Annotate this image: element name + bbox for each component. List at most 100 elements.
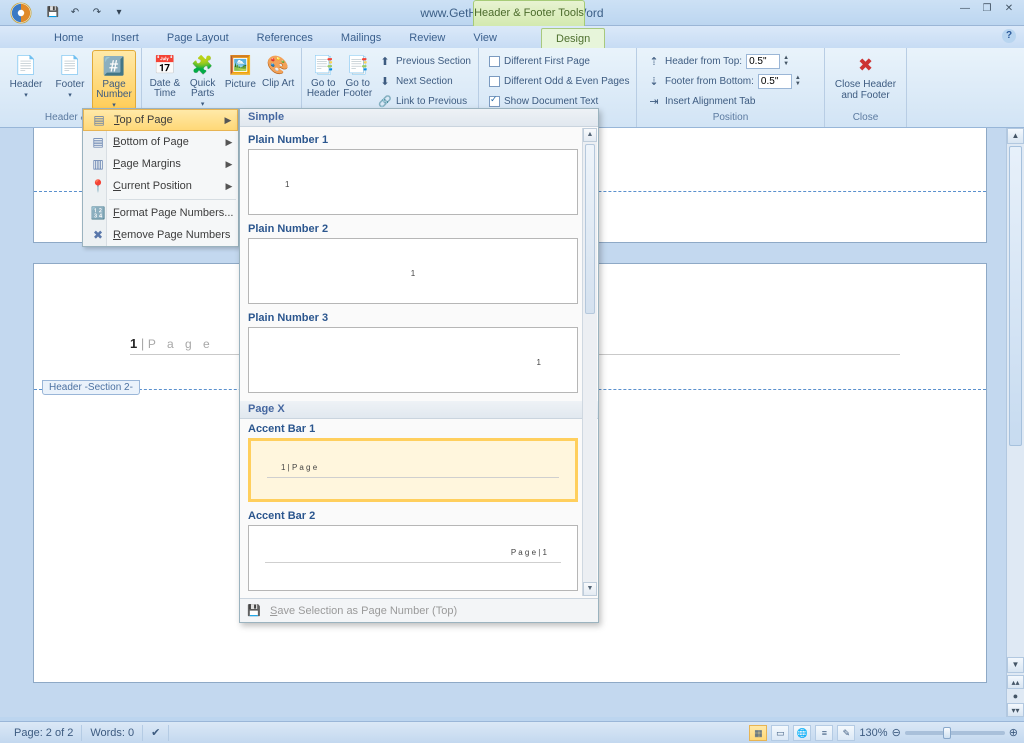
view-full-screen[interactable]: ▭ — [771, 725, 789, 741]
footer-from-bottom-input[interactable]: ▲▼ — [758, 74, 807, 89]
close-header-footer-button[interactable]: ✖Close Header and Footer — [831, 50, 901, 101]
zoom-slider-knob[interactable] — [943, 727, 951, 739]
view-web-layout[interactable]: 🌐 — [793, 725, 811, 741]
gallery-item-plain-2-label: Plain Number 2 — [248, 223, 578, 235]
title-bar: 💾 ↶ ↷ ▾ www.GetHow.org - Microsoft Word … — [0, 0, 1024, 26]
page-number-icon: #️⃣ — [101, 53, 127, 79]
header-section-tag: Header -Section 2- — [42, 380, 140, 395]
date-time-button[interactable]: 📅Date & Time — [146, 50, 184, 99]
previous-section-button[interactable]: ⬆Previous Section — [375, 52, 474, 70]
footer-button[interactable]: 📄Footer▾ — [48, 50, 92, 99]
page-margins-icon: ▥ — [87, 153, 109, 175]
zoom-slider[interactable] — [905, 731, 1005, 735]
different-odd-even-checkbox[interactable]: Different Odd & Even Pages — [486, 72, 632, 90]
browse-next-button[interactable]: ▾▾ — [1007, 703, 1024, 717]
footer-icon: 📄 — [57, 52, 83, 78]
view-draft[interactable]: ✎ — [837, 725, 855, 741]
format-icon: 🔢 — [87, 202, 109, 224]
vertical-scrollbar[interactable]: ▲ ▴▴ ● ▾▾ ▼ — [1006, 128, 1024, 717]
gallery-item-accent-bar-1-label: Accent Bar 1 — [248, 423, 578, 435]
page-number-button[interactable]: #️⃣Page Number▾ — [92, 50, 136, 110]
zoom-in-button[interactable]: ⊕ — [1009, 726, 1018, 739]
menu-top-of-page[interactable]: ▤Top of Page▶ — [83, 109, 238, 131]
picture-button[interactable]: 🖼️Picture — [222, 50, 260, 90]
goto-header-icon: 📑 — [310, 52, 336, 78]
view-outline[interactable]: ≡ — [815, 725, 833, 741]
goto-footer-button[interactable]: 📑Go to Footer — [340, 50, 374, 99]
browse-prev-button[interactable]: ▴▴ — [1007, 675, 1024, 689]
minimize-button[interactable]: — — [956, 3, 974, 17]
redo-icon[interactable]: ↷ — [88, 4, 106, 22]
scroll-down-button[interactable]: ▼ — [1007, 657, 1024, 673]
status-proofing-icon[interactable]: ✔ — [143, 725, 169, 741]
scroll-up-button[interactable]: ▲ — [1007, 128, 1024, 144]
scroll-thumb[interactable] — [1009, 146, 1022, 446]
menu-bottom-of-page[interactable]: ▤Bottom of Page▶ — [83, 131, 238, 153]
header-icon: 📄 — [13, 52, 39, 78]
tab-references[interactable]: References — [243, 28, 327, 48]
gallery-scroll-down[interactable]: ▼ — [583, 582, 597, 596]
tab-review[interactable]: Review — [395, 28, 459, 48]
remove-icon: ✖ — [87, 224, 109, 246]
quick-access-toolbar: 💾 ↶ ↷ ▾ — [44, 4, 128, 22]
gallery-item-plain-3[interactable]: 1 — [248, 327, 578, 393]
status-bar: Page: 2 of 2 Words: 0 ✔ ▦ ▭ 🌐 ≡ ✎ 130% ⊖… — [0, 721, 1024, 743]
browse-object-button[interactable]: ● — [1007, 689, 1024, 703]
view-print-layout[interactable]: ▦ — [749, 725, 767, 741]
menu-remove-page-numbers[interactable]: ✖Remove Page Numbers — [83, 224, 238, 246]
gallery-scrollbar[interactable]: ▲ ▼ — [582, 128, 597, 596]
gallery-item-accent-bar-1[interactable]: 1 | P a g e — [248, 438, 578, 502]
clip-art-icon: 🎨 — [265, 52, 291, 78]
zoom-level[interactable]: 130% — [859, 727, 887, 739]
status-words[interactable]: Words: 0 — [82, 725, 143, 741]
tab-home[interactable]: Home — [40, 28, 97, 48]
clip-art-button[interactable]: 🎨Clip Art — [259, 50, 297, 89]
top-of-page-icon: ▤ — [88, 109, 110, 131]
close-window-button[interactable]: ✕ — [1000, 3, 1018, 17]
ribbon-tabs: Home Insert Page Layout References Maili… — [0, 26, 1024, 48]
quick-parts-button[interactable]: 🧩Quick Parts▾ — [184, 50, 222, 108]
header-from-top-input[interactable]: ▲▼ — [746, 54, 795, 69]
gallery-item-plain-3-label: Plain Number 3 — [248, 312, 578, 324]
tab-view[interactable]: View — [459, 28, 511, 48]
next-section-icon: ⬇ — [378, 74, 392, 88]
tab-insert[interactable]: Insert — [97, 28, 153, 48]
save-selection-icon: 💾 — [246, 603, 262, 619]
bottom-of-page-icon: ▤ — [87, 131, 109, 153]
quick-parts-icon: 🧩 — [190, 52, 216, 78]
tab-design[interactable]: Design — [541, 28, 605, 48]
alignment-tab-icon: ⇥ — [647, 94, 661, 108]
gallery-item-plain-2[interactable]: 1 — [248, 238, 578, 304]
header-from-top-label: Header from Top: — [665, 56, 742, 67]
status-page[interactable]: Page: 2 of 2 — [6, 725, 82, 741]
gallery-category-pagex: Page X — [240, 401, 598, 419]
restore-button[interactable]: ❐ — [978, 3, 996, 17]
link-icon: 🔗 — [378, 94, 392, 108]
gallery-scroll-up[interactable]: ▲ — [583, 128, 597, 142]
next-section-button[interactable]: ⬇Next Section — [375, 72, 474, 90]
help-button[interactable]: ? — [1002, 29, 1016, 43]
menu-page-margins[interactable]: ▥Page Margins▶ — [83, 153, 238, 175]
tab-page-layout[interactable]: Page Layout — [153, 28, 243, 48]
prev-section-icon: ⬆ — [378, 54, 392, 68]
insert-alignment-tab-button[interactable]: ⇥Insert Alignment Tab — [644, 92, 810, 110]
gallery-item-plain-1[interactable]: 1 — [248, 149, 578, 215]
goto-header-button[interactable]: 📑Go to Header — [306, 50, 340, 99]
save-icon[interactable]: 💾 — [44, 4, 62, 22]
menu-current-position[interactable]: 📍Current Position▶ — [83, 175, 238, 197]
zoom-out-button[interactable]: ⊖ — [892, 726, 901, 739]
different-first-page-checkbox[interactable]: Different First Page — [486, 52, 632, 70]
save-selection-label: Save Selection as Page Number (Top) — [270, 605, 457, 617]
gallery-item-accent-bar-2[interactable]: P a g e | 1 — [248, 525, 578, 591]
tab-mailings[interactable]: Mailings — [327, 28, 395, 48]
office-button[interactable] — [4, 0, 38, 26]
calendar-icon: 📅 — [152, 52, 178, 78]
qat-more-icon[interactable]: ▾ — [110, 4, 128, 22]
gallery-item-plain-1-label: Plain Number 1 — [248, 134, 578, 146]
header-button[interactable]: 📄Header▾ — [4, 50, 48, 99]
undo-icon[interactable]: ↶ — [66, 4, 84, 22]
gallery-scroll-thumb[interactable] — [585, 144, 595, 314]
goto-footer-icon: 📑 — [345, 52, 371, 78]
gallery-item-accent-bar-2-label: Accent Bar 2 — [248, 510, 578, 522]
menu-format-page-numbers[interactable]: 🔢Format Page Numbers... — [83, 202, 238, 224]
